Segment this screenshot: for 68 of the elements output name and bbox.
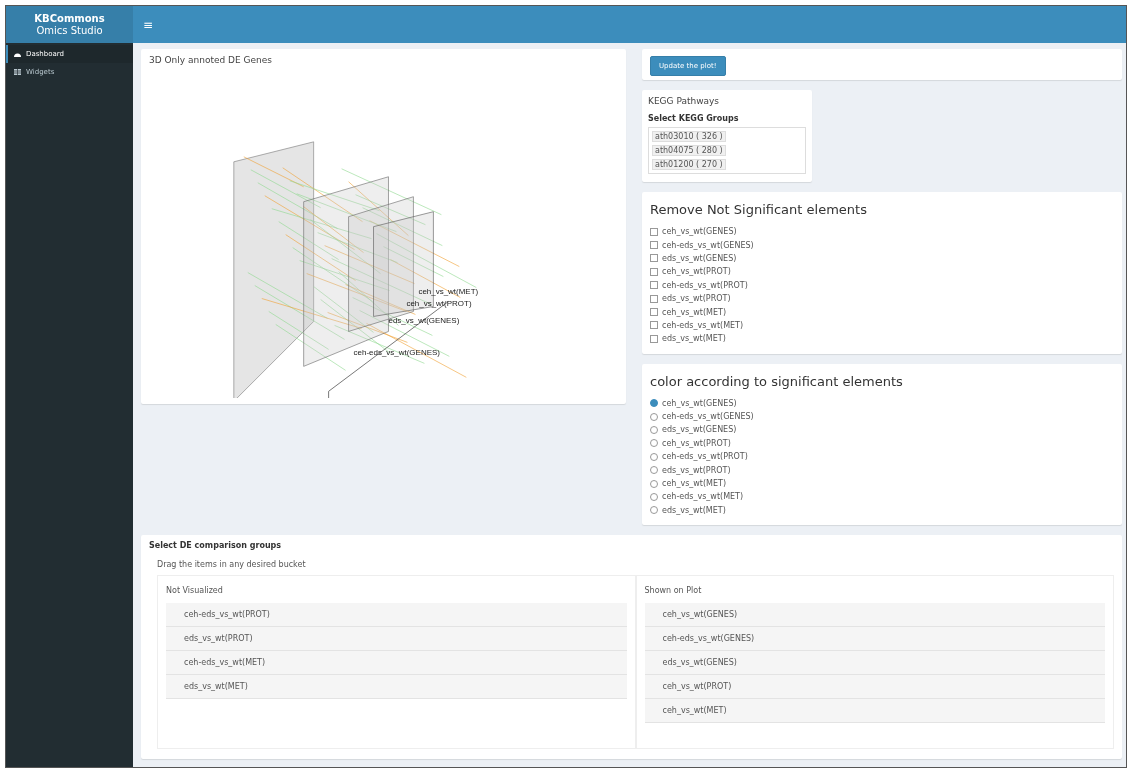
radio-button[interactable] [650, 399, 658, 408]
kegg-label: Select KEGG Groups [648, 114, 740, 123]
draggable-item[interactable]: ceh-eds_vs_wt(PROT) [166, 603, 627, 628]
kegg-chip[interactable]: ath04075 ( 280 ) [652, 145, 726, 156]
brand-subtitle: Omics Studio [36, 24, 103, 37]
kegg-title: KEGG Pathways [648, 96, 721, 106]
radio-button[interactable] [650, 426, 658, 434]
draggable-item[interactable]: ceh_vs_wt(GENES) [644, 603, 1105, 628]
checkbox-label: eds_vs_wt(MET) [662, 334, 726, 344]
radio-label: ceh_vs_wt(MET) [662, 479, 727, 489]
remove-title: Remove Not Significant elements [650, 202, 868, 217]
radio-button[interactable] [650, 439, 658, 448]
plane-label: ceh-eds_vs_wt(GENES) [353, 348, 440, 358]
draggable-item[interactable]: ceh-eds_vs_wt(MET) [166, 651, 627, 676]
checkbox-label: ceh-eds_vs_wt(GENES) [662, 240, 754, 250]
groups-hint: Drag the items in any desired bucket [157, 560, 307, 570]
checkbox-label: ceh_vs_wt(PROT) [662, 267, 731, 277]
draggable-item[interactable]: eds_vs_wt(PROT) [166, 627, 627, 652]
plane-label: ceh_vs_wt(PROT) [406, 299, 472, 309]
radio-button[interactable] [650, 479, 658, 488]
checkbox[interactable] [650, 294, 658, 303]
draggable-item[interactable]: ceh_vs_wt(MET) [644, 699, 1105, 724]
checkbox-label: ceh_vs_wt(GENES) [662, 227, 737, 237]
draggable-item[interactable]: ceh-eds_vs_wt(GENES) [644, 627, 1105, 652]
color-title: color according to significant elements [650, 373, 904, 389]
draggable-item[interactable]: eds_vs_wt(MET) [166, 675, 627, 700]
plane-label: ceh_vs_wt(MET) [418, 287, 479, 297]
checkbox-label: ceh_vs_wt(MET) [662, 307, 727, 317]
groups-title: Select DE comparison groups [149, 541, 283, 551]
checkbox[interactable] [650, 241, 658, 250]
checkbox[interactable] [650, 321, 658, 330]
checkbox[interactable] [650, 227, 658, 236]
radio-label: ceh-eds_vs_wt(PROT) [662, 452, 748, 462]
bucket-title: Shown on Plot [644, 586, 703, 596]
checkbox-label: eds_vs_wt(GENES) [662, 253, 737, 263]
radio-button[interactable] [650, 452, 658, 461]
menu-icon[interactable]: ≡ [143, 17, 154, 32]
radio-label: ceh-eds_vs_wt(MET) [662, 492, 744, 502]
brand-logo[interactable]: KBCommons Omics Studio [6, 6, 133, 43]
kegg-chip[interactable]: ath01200 ( 270 ) [652, 159, 726, 170]
radio-label: eds_vs_wt(GENES) [662, 425, 737, 435]
radio-label: ceh-eds_vs_wt(GENES) [662, 412, 754, 422]
checkbox[interactable] [650, 281, 658, 290]
checkbox[interactable] [650, 254, 658, 263]
radio-button[interactable] [650, 466, 658, 475]
kegg-select-field[interactable]: ath03010 ( 326 ) ath04075 ( 280 ) ath01200 ( 270 ) [648, 127, 806, 174]
radio-label: ceh_vs_wt(GENES) [662, 398, 737, 408]
radio-label: ceh_vs_wt(PROT) [662, 438, 731, 448]
draggable-item[interactable]: ceh_vs_wt(PROT) [644, 675, 1105, 700]
radio-label: eds_vs_wt(PROT) [662, 465, 731, 475]
draggable-item[interactable]: eds_vs_wt(GENES) [644, 651, 1105, 676]
radio-button[interactable] [650, 492, 658, 501]
grid-icon [14, 69, 21, 75]
brand-title: KBCommons [34, 12, 105, 25]
checkbox[interactable] [650, 308, 658, 317]
bucket-title: Not Visualized [166, 586, 224, 596]
radio-label: eds_vs_wt(MET) [662, 505, 726, 515]
checkbox-label: ceh-eds_vs_wt(PROT) [662, 280, 748, 290]
plane-label: eds_vs_wt(GENES) [388, 316, 460, 326]
radio-button[interactable] [650, 412, 658, 421]
checkbox[interactable] [650, 267, 658, 276]
checkbox-label: ceh-eds_vs_wt(MET) [662, 320, 744, 330]
kegg-chip[interactable]: ath03010 ( 326 ) [652, 131, 726, 142]
checkbox-label: eds_vs_wt(PROT) [662, 294, 731, 304]
plot-title: 3D Only annoted DE Genes [149, 55, 273, 65]
dashboard-icon [14, 51, 21, 57]
radio-button[interactable] [650, 506, 658, 515]
checkbox[interactable] [650, 334, 658, 343]
